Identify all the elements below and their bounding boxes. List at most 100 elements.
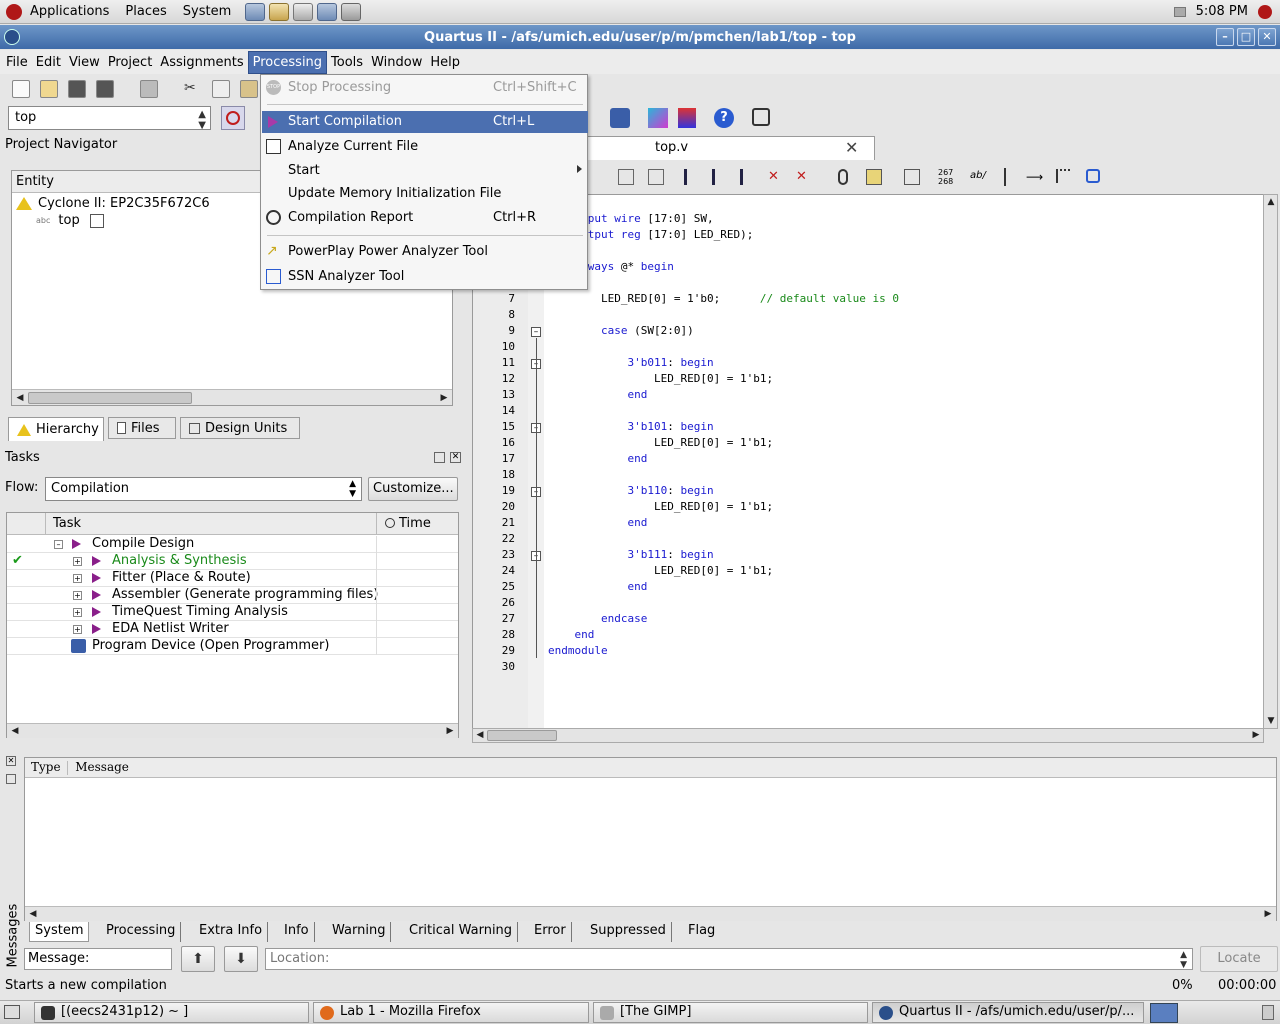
wrap-icon[interactable] [1086, 169, 1100, 183]
next-message-button[interactable]: ⬇ [224, 946, 258, 972]
applications-menu[interactable]: Applications [22, 4, 117, 19]
bookmark-icon[interactable] [684, 169, 700, 185]
tab-design-units[interactable]: Design Units [180, 417, 300, 439]
tasks-horizontal-scrollbar[interactable]: ◀ ▶ [7, 723, 458, 738]
msg-tab-info[interactable]: Info [279, 922, 315, 942]
menu-edit[interactable]: Edit [32, 52, 65, 73]
help-icon[interactable]: ? [714, 108, 734, 128]
new-file-icon[interactable] [12, 80, 30, 98]
messages-horizontal-scrollbar[interactable]: ◀ ▶ [25, 906, 1276, 921]
close-tab-icon[interactable]: ✕ [845, 138, 858, 157]
messages-list[interactable] [24, 757, 1277, 921]
compile-stop-icon[interactable] [221, 106, 245, 130]
cut-icon[interactable]: ✂ [184, 80, 202, 98]
unindent-icon[interactable] [648, 169, 664, 185]
chip-planner-icon[interactable] [648, 108, 668, 128]
attach-icon[interactable] [838, 169, 848, 185]
location-select[interactable]: Location: ▲ ▼ [265, 948, 1193, 970]
editor-tab-top-v[interactable] [582, 136, 875, 160]
taskbar-quartus[interactable]: Quartus II - /afs/umich.edu/user/p/... [872, 1002, 1144, 1023]
run-task-icon[interactable] [72, 539, 81, 549]
type-column-header[interactable]: Type [31, 760, 61, 774]
whats-this-icon[interactable] [752, 108, 770, 126]
menu-assignments[interactable]: Assignments [156, 52, 247, 73]
editor-horizontal-scrollbar[interactable]: ◀ ▶ [472, 728, 1264, 743]
tab-hierarchy[interactable]: Hierarchy [8, 417, 104, 441]
run-task-icon[interactable] [92, 624, 101, 634]
menu-item-start[interactable]: Start [262, 160, 588, 182]
print-icon[interactable] [140, 80, 158, 98]
copy-icon[interactable] [212, 80, 230, 98]
maximize-button[interactable]: □ [1237, 28, 1255, 46]
save-icon[interactable] [68, 80, 86, 98]
trash-icon[interactable] [1262, 1005, 1274, 1020]
previous-message-button[interactable]: ⬆ [181, 946, 215, 972]
menu-view[interactable]: View [65, 52, 104, 73]
task-row-eda-netlist[interactable]: + EDA Netlist Writer [7, 621, 458, 638]
places-menu[interactable]: Places [117, 4, 174, 19]
find-replace-icon[interactable]: ab/ [970, 170, 986, 181]
menu-help[interactable]: Help [426, 52, 464, 73]
minimize-button[interactable]: – [1216, 28, 1234, 46]
paste-icon[interactable] [240, 80, 258, 98]
msg-tab-processing[interactable]: Processing [101, 922, 182, 942]
indent-icon[interactable] [618, 169, 634, 185]
tab-files[interactable]: Files [108, 417, 176, 439]
msg-tab-warning[interactable]: Warning [327, 922, 392, 942]
expand-icon[interactable]: + [73, 574, 82, 583]
msg-tab-suppressed[interactable]: Suppressed [585, 922, 672, 942]
task-row-assembler[interactable]: + Assembler (Generate programming files) [7, 587, 458, 604]
launcher-mail-icon[interactable] [269, 2, 290, 21]
task-row-fitter[interactable]: + Fitter (Place & Route) [7, 570, 458, 587]
update-icon[interactable] [1258, 4, 1272, 19]
quartus-app-icon[interactable] [4, 29, 20, 45]
device-row[interactable]: Cyclone II: EP2C35F672C6 [16, 195, 210, 212]
menu-item-analyze-current-file[interactable]: Analyze Current File [262, 136, 588, 158]
msg-tab-critical-warning[interactable]: Critical Warning [404, 922, 519, 942]
task-row-analysis-synthesis[interactable]: ✔ + Analysis & Synthesis [7, 553, 458, 570]
taskbar-firefox[interactable]: Lab 1 - Mozilla Firefox [313, 1002, 589, 1023]
run-task-icon[interactable] [92, 590, 101, 600]
float-panel-icon[interactable] [6, 774, 16, 784]
task-column-header[interactable]: Task [53, 516, 81, 531]
menu-processing[interactable]: Processing [247, 50, 328, 74]
clear-all-bookmarks-icon[interactable]: ✕ [796, 169, 812, 185]
customize-button[interactable]: Customize... [368, 477, 458, 501]
time-column-header[interactable]: Time [399, 516, 431, 531]
launcher-presentation-icon[interactable] [317, 2, 338, 21]
task-row-program-device[interactable]: Program Device (Open Programmer) [7, 638, 458, 655]
netlist-viewer-icon[interactable] [678, 108, 696, 128]
cursor-icon[interactable] [1004, 168, 1006, 186]
menu-window[interactable]: Window [367, 52, 426, 73]
menu-project[interactable]: Project [104, 52, 156, 73]
float-panel-icon[interactable] [434, 452, 445, 463]
close-window-button[interactable]: ✕ [1258, 28, 1276, 46]
top-entity-row[interactable]: abc top [36, 212, 104, 229]
locate-button[interactable]: Locate [1200, 946, 1278, 972]
prev-bookmark-icon[interactable] [740, 169, 756, 185]
run-task-icon[interactable] [92, 556, 101, 566]
expand-icon[interactable]: + [73, 608, 82, 617]
menu-item-stop-processing[interactable]: STOP Stop Processing Ctrl+Shift+C [262, 77, 588, 99]
task-row-timequest[interactable]: + TimeQuest Timing Analysis [7, 604, 458, 621]
programmer-icon[interactable] [71, 639, 86, 653]
menu-item-start-compilation[interactable]: Start Compilation Ctrl+L [262, 111, 588, 133]
message-column-header[interactable]: Message [75, 760, 129, 774]
entity-combo[interactable]: top ▲ ▼ [8, 106, 211, 131]
launcher-print-icon[interactable] [341, 2, 362, 21]
menu-item-update-memory-init[interactable]: Update Memory Initialization File [262, 183, 588, 205]
line-number-icon[interactable]: 267 268 [938, 168, 953, 186]
close-panel-icon[interactable]: ✕ [6, 756, 16, 766]
workspace-switcher[interactable] [1150, 1003, 1178, 1023]
message-field[interactable]: Message: [24, 948, 172, 970]
clock[interactable]: 5:08 PM [1196, 4, 1248, 19]
expand-icon[interactable]: + [73, 591, 82, 600]
menu-item-compilation-report[interactable]: Compilation Report Ctrl+R [262, 207, 588, 229]
editor-vertical-scrollbar[interactable]: ▲ ▼ [1263, 194, 1278, 729]
menu-item-powerplay[interactable]: ↗ PowerPlay Power Analyzer Tool [262, 241, 588, 263]
taskbar-terminal[interactable]: [(eecs2431p12) ~ ] [34, 1002, 309, 1023]
clear-bookmark-icon[interactable]: ✕ [768, 169, 784, 185]
menu-item-ssn-analyzer[interactable]: SSN Analyzer Tool [262, 266, 588, 288]
expand-icon[interactable]: + [73, 625, 82, 634]
task-row-compile-design[interactable]: – Compile Design [7, 536, 458, 553]
